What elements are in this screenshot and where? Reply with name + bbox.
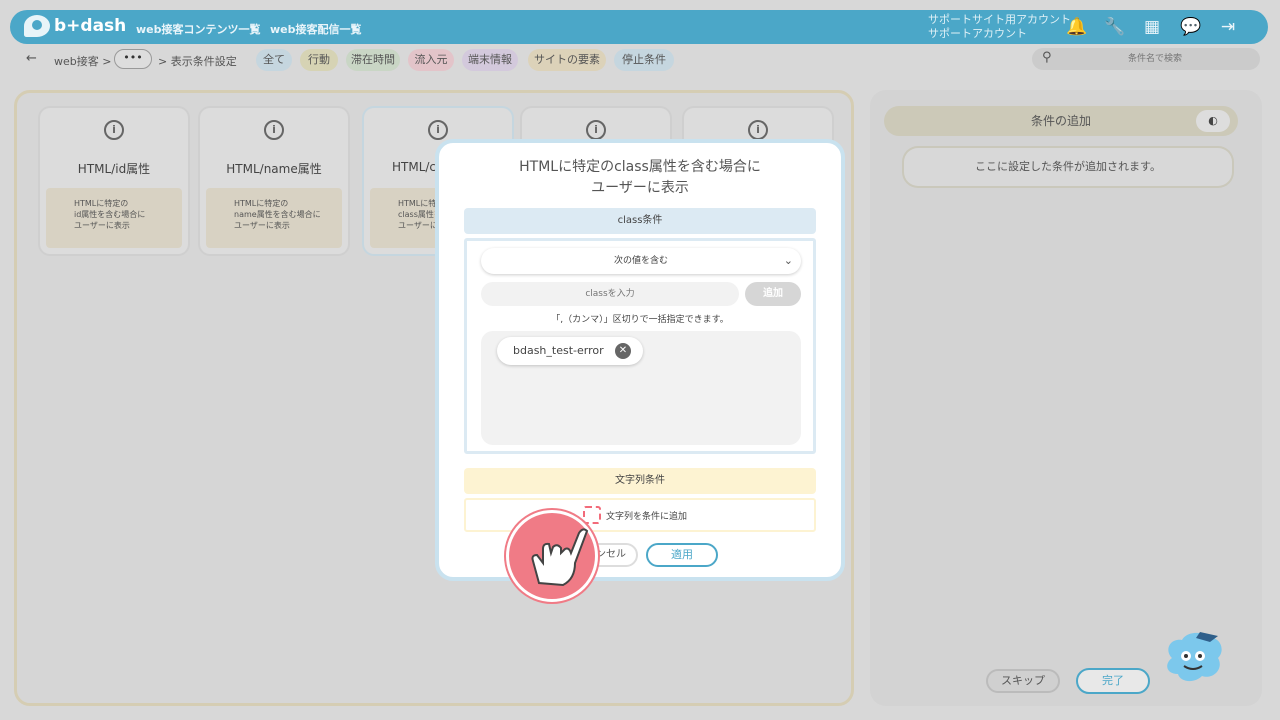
wrench-icon[interactable]: 🔧 <box>1104 17 1125 37</box>
card-desc-line: ユーザーに表示 <box>234 221 290 230</box>
info-icon[interactable]: i <box>586 120 606 140</box>
filter-chip-stop-condition[interactable]: 停止条件 <box>614 49 674 71</box>
filter-chip-stay-time[interactable]: 滞在時間 <box>346 49 400 71</box>
class-condition-modal: HTMLに特定のclass属性を含む場合に ユーザーに表示 class条件 次の… <box>435 139 845 581</box>
card-title: HTML/id属性 <box>77 162 151 176</box>
logo-icon <box>24 15 50 37</box>
match-type-select[interactable]: 次の値を含む ⌄ <box>481 248 801 274</box>
card-desc-line: HTMLに特定の <box>74 199 129 208</box>
class-tag: bdash_test-error ✕ <box>497 337 643 365</box>
info-icon[interactable]: i <box>748 120 768 140</box>
info-icon[interactable]: i <box>264 120 284 140</box>
mascot-character <box>1167 632 1222 682</box>
chevron-down-icon: ⌄ <box>783 254 793 267</box>
class-condition-heading: class条件 <box>464 208 816 234</box>
card-desc-line: ユーザーに表示 <box>74 221 130 230</box>
skip-button[interactable]: スキップ <box>986 669 1060 693</box>
add-class-button[interactable]: 追加 <box>745 282 801 306</box>
string-condition-heading: 文字列条件 <box>464 468 816 494</box>
class-tag-label: bdash_test-error <box>513 344 604 357</box>
modal-title: HTMLに特定のclass属性を含む場合に ユーザーに表示 <box>439 157 841 199</box>
condition-drop-placeholder: ここに設定した条件が追加されます。 <box>904 148 1232 186</box>
comma-hint: 「,（カンマ）」区切りで一括指定できます。 <box>551 315 729 325</box>
card-desc-line: name属性を含む場合に <box>234 210 321 219</box>
condition-card-html-id[interactable]: i HTML/id属性 HTMLに特定の id属性を含む場合に ユーザーに表示 <box>40 108 188 254</box>
nav-delivery-list[interactable]: web接客配信一覧 <box>270 21 362 37</box>
breadcrumb-more-button[interactable]: ••• <box>114 49 152 69</box>
logo-text: b+dash <box>54 16 127 36</box>
top-header: b+dash web接客コンテンツ一覧 web接客配信一覧 サポートサイト用アカ… <box>10 10 1268 44</box>
search-icon: ⚲ <box>1042 50 1052 65</box>
match-type-value: 次の値を含む <box>613 256 668 266</box>
remove-tag-icon[interactable]: ✕ <box>615 343 631 359</box>
filter-chip-all[interactable]: 全て <box>256 49 292 71</box>
beginner-mark-icon[interactable]: ◐ <box>1196 110 1230 132</box>
account-info[interactable]: サポートサイト用アカウント サポートアカウント <box>928 13 1071 41</box>
apps-grid-icon[interactable]: ▦ <box>1142 17 1162 37</box>
condition-card-html-name[interactable]: i HTML/name属性 HTMLに特定の name属性を含む場合に ユーザー… <box>200 108 348 254</box>
bell-icon[interactable]: 🔔 <box>1066 17 1087 37</box>
filter-chip-source[interactable]: 流入元 <box>408 49 454 71</box>
added-conditions-panel: 条件の追加 ◐ ここに設定した条件が追加されます。 スキップ 完了 <box>870 90 1262 706</box>
done-button[interactable]: 完了 <box>1076 668 1150 694</box>
class-condition-section: 次の値を含む ⌄ 追加 「,（カンマ）」区切りで一括指定できます。 bdash_… <box>464 238 816 454</box>
modal-title-line: ユーザーに表示 <box>591 180 689 196</box>
add-condition-title: 条件の追加 <box>1030 114 1091 128</box>
info-icon[interactable]: i <box>428 120 448 140</box>
add-condition-header: 条件の追加 ◐ <box>884 106 1238 136</box>
modal-title-line: HTMLに特定のclass属性を含む場合に <box>519 159 761 175</box>
filter-chip-device[interactable]: 端末情報 <box>462 49 518 71</box>
logo[interactable]: b+dash <box>24 15 126 37</box>
account-name: サポートアカウント <box>928 27 1027 40</box>
breadcrumb-bar: ← web接客 > ••• > 表示条件設定 全て 行動 滞在時間 流入元 端末… <box>10 48 1268 72</box>
apply-button[interactable]: 適用 <box>646 543 718 567</box>
nav-content-list[interactable]: web接客コンテンツ一覧 <box>136 21 261 37</box>
tutorial-pointer <box>506 510 598 602</box>
card-description: HTMLに特定の id属性を含む場合に ユーザーに表示 <box>46 188 182 248</box>
filter-chip-action[interactable]: 行動 <box>300 49 338 71</box>
filter-chip-site-element[interactable]: サイトの要素 <box>528 49 606 71</box>
info-icon[interactable]: i <box>104 120 124 140</box>
add-string-label[interactable]: 文字列を条件に追加 <box>606 509 687 522</box>
search-input[interactable] <box>1060 50 1250 68</box>
condition-search: ⚲ <box>1032 48 1260 70</box>
chat-icon[interactable]: 💬 <box>1180 17 1201 37</box>
card-desc-line: HTMLに特定の <box>234 199 289 208</box>
account-site: サポートサイト用アカウント <box>928 13 1071 26</box>
back-arrow-icon[interactable]: ← <box>26 51 37 66</box>
class-input[interactable] <box>481 282 739 306</box>
card-description: HTMLに特定の name属性を含む場合に ユーザーに表示 <box>206 188 342 248</box>
logout-icon[interactable]: ⇥ <box>1218 17 1238 37</box>
class-tag-list: bdash_test-error ✕ <box>481 331 801 445</box>
breadcrumb-current: > 表示条件設定 <box>158 55 237 68</box>
pointing-hand-icon <box>531 528 589 587</box>
card-desc-line: id属性を含む場合に <box>74 210 146 219</box>
breadcrumb-root[interactable]: web接客 > <box>54 53 111 69</box>
card-title: HTML/name属性 <box>226 162 322 176</box>
